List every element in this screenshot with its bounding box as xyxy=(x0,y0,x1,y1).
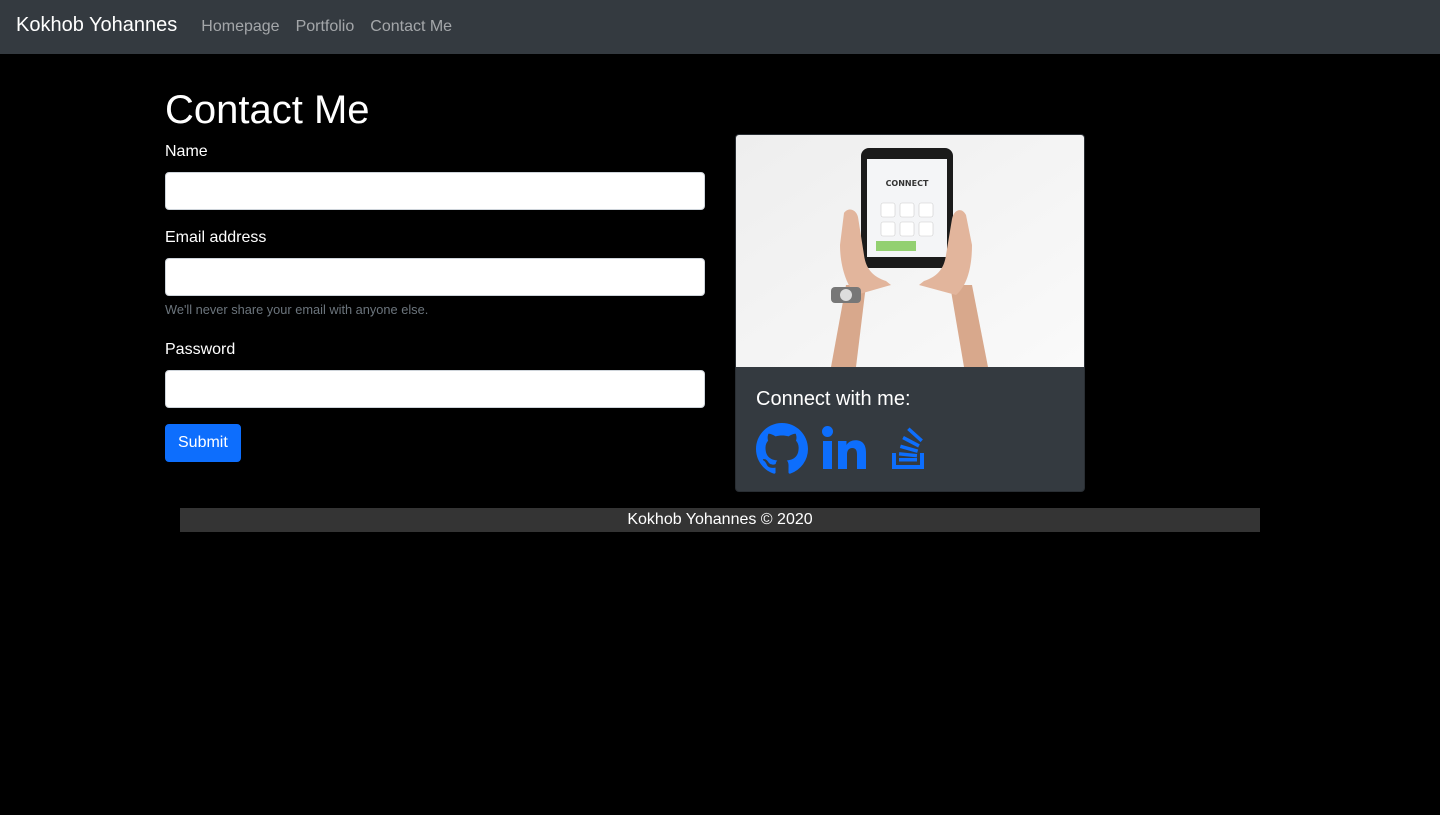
email-label: Email address xyxy=(165,229,267,246)
name-group: Name xyxy=(165,142,705,210)
contact-form: Name Email address We'll never share you… xyxy=(165,142,705,462)
connect-tablet-image: CONNECT xyxy=(736,135,1084,367)
password-input[interactable] xyxy=(165,370,705,408)
nav-link-homepage[interactable]: Homepage xyxy=(201,18,279,36)
footer: Kokhob Yohannes © 2020 xyxy=(180,508,1260,532)
tablet-screen-text: CONNECT xyxy=(886,179,929,188)
card-title: Connect with me: xyxy=(756,388,911,410)
stackoverflow-icon[interactable] xyxy=(884,423,936,475)
navbar: Kokhob Yohannes Homepage Portfolio Conta… xyxy=(0,0,1440,54)
email-help-text: We'll never share your email with anyone… xyxy=(165,302,429,317)
navbar-brand[interactable]: Kokhob Yohannes xyxy=(16,14,177,37)
github-icon[interactable] xyxy=(756,423,808,475)
connect-card: CONNECT Connect with me: xyxy=(735,134,1085,492)
social-links xyxy=(756,423,1064,475)
page-title: Contact Me xyxy=(165,88,370,132)
name-input[interactable] xyxy=(165,172,705,210)
password-label: Password xyxy=(165,341,236,358)
email-input[interactable] xyxy=(165,258,705,296)
nav-link-portfolio[interactable]: Portfolio xyxy=(296,18,355,36)
submit-button[interactable]: Submit xyxy=(165,424,241,462)
email-group: Email address We'll never share your ema… xyxy=(165,228,705,318)
nav-link-contact[interactable]: Contact Me xyxy=(370,18,452,36)
card-body: Connect with me: xyxy=(736,367,1084,491)
name-label: Name xyxy=(165,143,208,160)
password-group: Password xyxy=(165,340,705,408)
linkedin-icon[interactable] xyxy=(820,423,872,475)
